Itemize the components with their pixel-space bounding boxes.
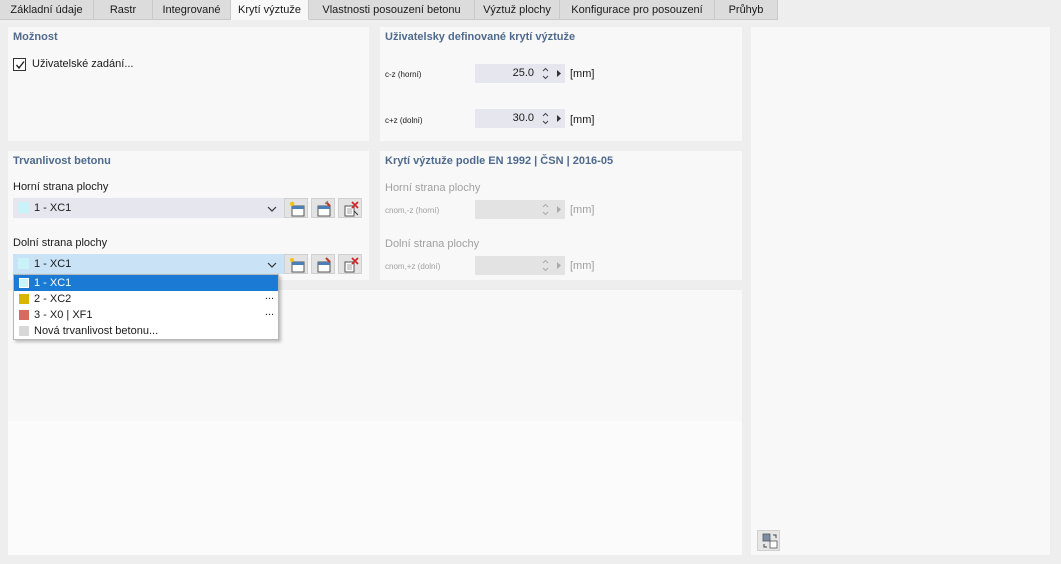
right-preview-panel: [751, 27, 1050, 555]
user-cover-panel: Uživatelsky definované krytí výztuže c-z…: [380, 27, 742, 141]
tab-vyztuz-plochy[interactable]: Výztuž plochy: [475, 0, 560, 20]
cnom-minus-z-label: cnom,-z (horní): [385, 206, 440, 215]
chevron-down-icon: [267, 204, 277, 212]
user-input-label: Uživatelské zadání...: [32, 58, 134, 70]
user-input-checkbox[interactable]: [13, 58, 26, 71]
cnom-minus-z-input: [475, 200, 565, 219]
spin-updown-icon: [541, 200, 550, 219]
tab-rastr[interactable]: Rastr: [94, 0, 153, 20]
arrow-right-icon: [556, 200, 562, 219]
top-durability-value: 1 - XC1: [34, 202, 72, 214]
durability-color-swatch: [19, 326, 29, 336]
en-cover-title: Krytí výztuže podle EN 1992 | ČSN | 2016…: [385, 155, 614, 167]
durability-color-swatch: [18, 202, 29, 213]
dropdown-item-x0-xf1[interactable]: 3 - X0 | XF1 ...: [14, 304, 278, 323]
bottom-panel: [8, 421, 742, 555]
durability-color-swatch: [19, 278, 29, 288]
spin-updown-icon: [541, 256, 550, 275]
durability-panel: Trvanlivost betonu Horní strana plochy 1…: [8, 151, 369, 280]
dropdown-item-new-durability[interactable]: Nová trvanlivost betonu...: [14, 323, 278, 339]
c-minus-z-input[interactable]: 25.0: [475, 64, 565, 83]
checkmark-icon: [15, 61, 25, 70]
dropdown-item-label: 1 - XC1: [34, 277, 72, 289]
bottom-durability-select[interactable]: 1 - XC1: [13, 254, 285, 274]
cnom-plus-z-label: cnom,+z (dolní): [385, 262, 441, 271]
user-cover-title: Uživatelsky definované krytí výztuže: [385, 31, 576, 43]
tab-vlastnosti-posouzeni-betonu[interactable]: Vlastnosti posouzení betonu: [309, 0, 475, 20]
tab-konfigurace-pro-posouzeni[interactable]: Konfigurace pro posouzení: [560, 0, 715, 20]
dropdown-item-xc2[interactable]: 2 - XC2 ...: [14, 288, 278, 307]
durability-color-swatch: [19, 310, 29, 320]
arrow-right-icon[interactable]: [556, 109, 562, 128]
dropdown-item-label: 2 - XC2: [34, 293, 72, 305]
moznost-panel: Možnost Uživatelské zadání...: [8, 27, 369, 141]
spin-updown-icon[interactable]: [541, 64, 550, 83]
durability-color-swatch: [19, 294, 29, 304]
c-plus-z-unit: [mm]: [570, 114, 595, 126]
en-cover-panel: Krytí výztuže podle EN 1992 | ČSN | 2016…: [380, 151, 742, 280]
c-plus-z-value: 30.0: [512, 112, 534, 124]
tab-kryti-vyztuze[interactable]: Krytí výztuže: [231, 0, 309, 20]
edit-durability-icon[interactable]: [311, 198, 335, 218]
top-durability-select[interactable]: 1 - XC1: [13, 198, 285, 218]
arrow-right-icon: [556, 256, 562, 275]
tab-pruhyb[interactable]: Průhyb: [715, 0, 778, 20]
more-options-icon[interactable]: ...: [265, 304, 274, 320]
delete-durability-icon[interactable]: [338, 254, 362, 274]
moznost-title: Možnost: [13, 31, 58, 43]
en-top-surface-label: Horní strana plochy: [385, 182, 481, 194]
c-plus-z-label: c+z (dolní): [385, 116, 423, 125]
dropdown-item-xc1[interactable]: 1 - XC1: [14, 275, 278, 291]
cnom-minus-z-unit: [mm]: [570, 204, 595, 216]
new-durability-icon[interactable]: [284, 254, 308, 274]
swap-view-icon[interactable]: [757, 530, 780, 551]
durability-title: Trvanlivost betonu: [13, 155, 111, 167]
c-minus-z-label: c-z (horní): [385, 70, 422, 79]
durability-dropdown-list: 1 - XC1 2 - XC2 ... 3 - X0 | XF1 ... Nov…: [13, 274, 279, 340]
dropdown-item-label: Nová trvanlivost betonu...: [34, 325, 159, 337]
tab-zakladni-udaje[interactable]: Základní údaje: [0, 0, 94, 20]
c-minus-z-unit: [mm]: [570, 68, 595, 80]
more-options-icon[interactable]: ...: [265, 288, 274, 304]
chevron-down-icon: [267, 260, 277, 268]
cnom-plus-z-input: [475, 256, 565, 275]
bottom-surface-label: Dolní strana plochy: [13, 237, 108, 249]
arrow-right-icon[interactable]: [556, 64, 562, 83]
dropdown-item-label: 3 - X0 | XF1: [34, 309, 93, 321]
tab-integrovane[interactable]: Integrované: [153, 0, 231, 20]
c-minus-z-value: 25.0: [512, 67, 534, 79]
en-bottom-surface-label: Dolní strana plochy: [385, 238, 480, 250]
spin-updown-icon[interactable]: [541, 109, 550, 128]
edit-durability-icon[interactable]: [311, 254, 335, 274]
tab-bar: Základní údaje Rastr Integrované Krytí v…: [0, 0, 1061, 20]
bottom-durability-value: 1 - XC1: [34, 258, 72, 270]
durability-color-swatch: [18, 258, 29, 269]
c-plus-z-input[interactable]: 30.0: [475, 109, 565, 128]
delete-durability-icon[interactable]: [338, 198, 362, 218]
top-surface-label: Horní strana plochy: [13, 181, 109, 193]
cnom-plus-z-unit: [mm]: [570, 260, 595, 272]
new-durability-icon[interactable]: [284, 198, 308, 218]
